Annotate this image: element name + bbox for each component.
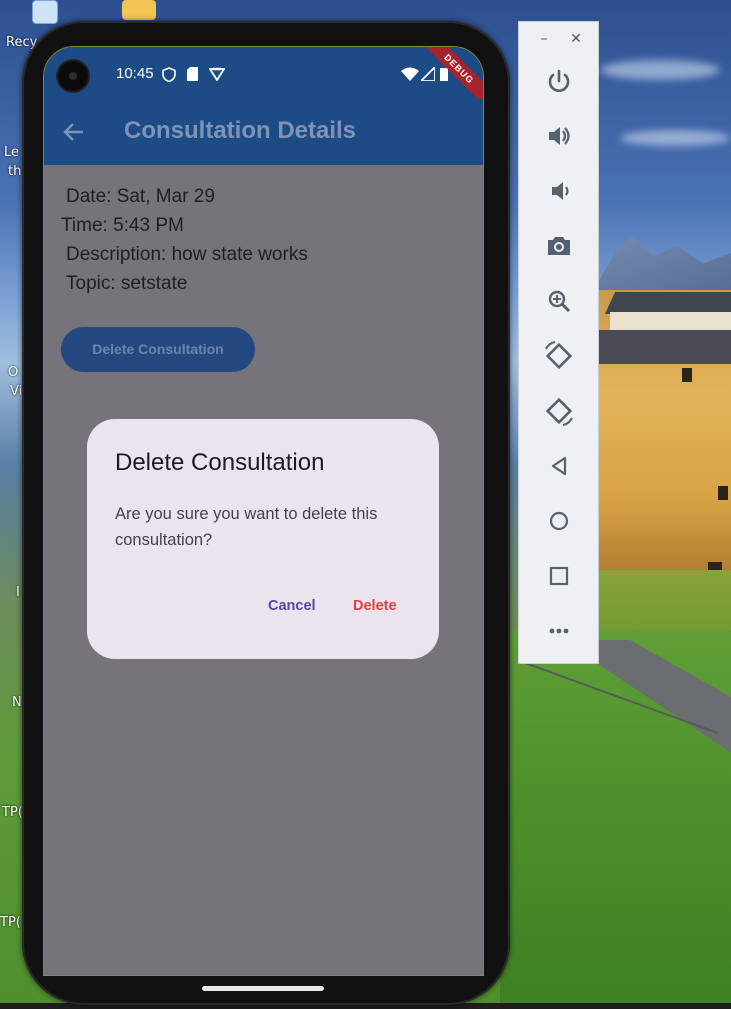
consultation-date: Date: Sat, Mar 29 — [66, 186, 215, 207]
confirm-delete-button[interactable]: Delete — [347, 589, 403, 623]
front-camera — [58, 61, 88, 91]
status-time: 10:45 — [116, 65, 154, 82]
volume-up-icon[interactable] — [542, 119, 576, 153]
wallpaper-window — [718, 486, 728, 500]
camera-icon[interactable] — [542, 229, 576, 263]
emulator-window-controls: – ✕ — [519, 22, 598, 58]
emulator-toolbar: – ✕ — [518, 21, 599, 664]
consultation-topic: Topic: setstate — [66, 273, 188, 294]
status-bar: 10:45 DEBUG — [44, 47, 483, 109]
rotate-right-icon[interactable] — [542, 394, 576, 428]
desktop-label: th — [8, 164, 22, 179]
back-icon[interactable] — [542, 449, 576, 483]
power-icon[interactable] — [542, 64, 576, 98]
dialog-title: Delete Consultation — [115, 449, 325, 476]
vpn-icon — [208, 67, 226, 85]
wallpaper-window — [682, 368, 692, 382]
more-icon[interactable] — [542, 614, 576, 648]
cancel-button[interactable]: Cancel — [262, 589, 322, 623]
desktop-label: TP( — [0, 915, 21, 930]
wifi-icon — [401, 67, 419, 85]
zoom-icon[interactable] — [542, 284, 576, 318]
wallpaper-roof — [605, 292, 731, 314]
close-icon[interactable]: ✕ — [567, 30, 585, 48]
recycle-bin-icon[interactable] — [32, 0, 58, 24]
delete-consultation-button[interactable]: Delete Consultation — [61, 327, 255, 372]
desktop-label: O — [8, 365, 19, 380]
page-title: Consultation Details — [124, 117, 357, 144]
home-icon[interactable] — [542, 504, 576, 538]
desktop-label: I — [16, 585, 20, 600]
sd-card-icon — [187, 67, 198, 85]
consultation-description: Description: how state works — [66, 244, 308, 265]
folder-icon[interactable] — [122, 0, 156, 20]
desktop-label: N — [12, 695, 22, 710]
desktop-label: Vi — [10, 384, 23, 399]
wallpaper-castle-roof — [598, 330, 731, 364]
overview-icon[interactable] — [542, 559, 576, 593]
rotate-left-icon[interactable] — [542, 339, 576, 373]
shield-icon — [162, 67, 176, 86]
battery-icon — [440, 67, 448, 85]
arrow-back-icon[interactable] — [58, 116, 90, 148]
desktop-label: TP( — [2, 805, 23, 820]
signal-icon — [418, 64, 436, 85]
minimize-icon[interactable]: – — [535, 30, 553, 48]
wallpaper-cloud — [620, 130, 730, 146]
delete-confirmation-dialog: Delete Consultation Are you sure you wan… — [87, 419, 439, 659]
home-gesture-bar[interactable] — [202, 986, 324, 991]
volume-down-icon[interactable] — [542, 174, 576, 208]
app-bar: Consultation Details — [44, 99, 483, 165]
desktop-label: Le — [4, 145, 20, 160]
wallpaper-cloud — [600, 60, 720, 80]
consultation-time: Time: 5:43 PM — [61, 215, 184, 236]
dialog-message: Are you sure you want to delete this con… — [115, 505, 378, 549]
camera-lens — [69, 72, 77, 80]
